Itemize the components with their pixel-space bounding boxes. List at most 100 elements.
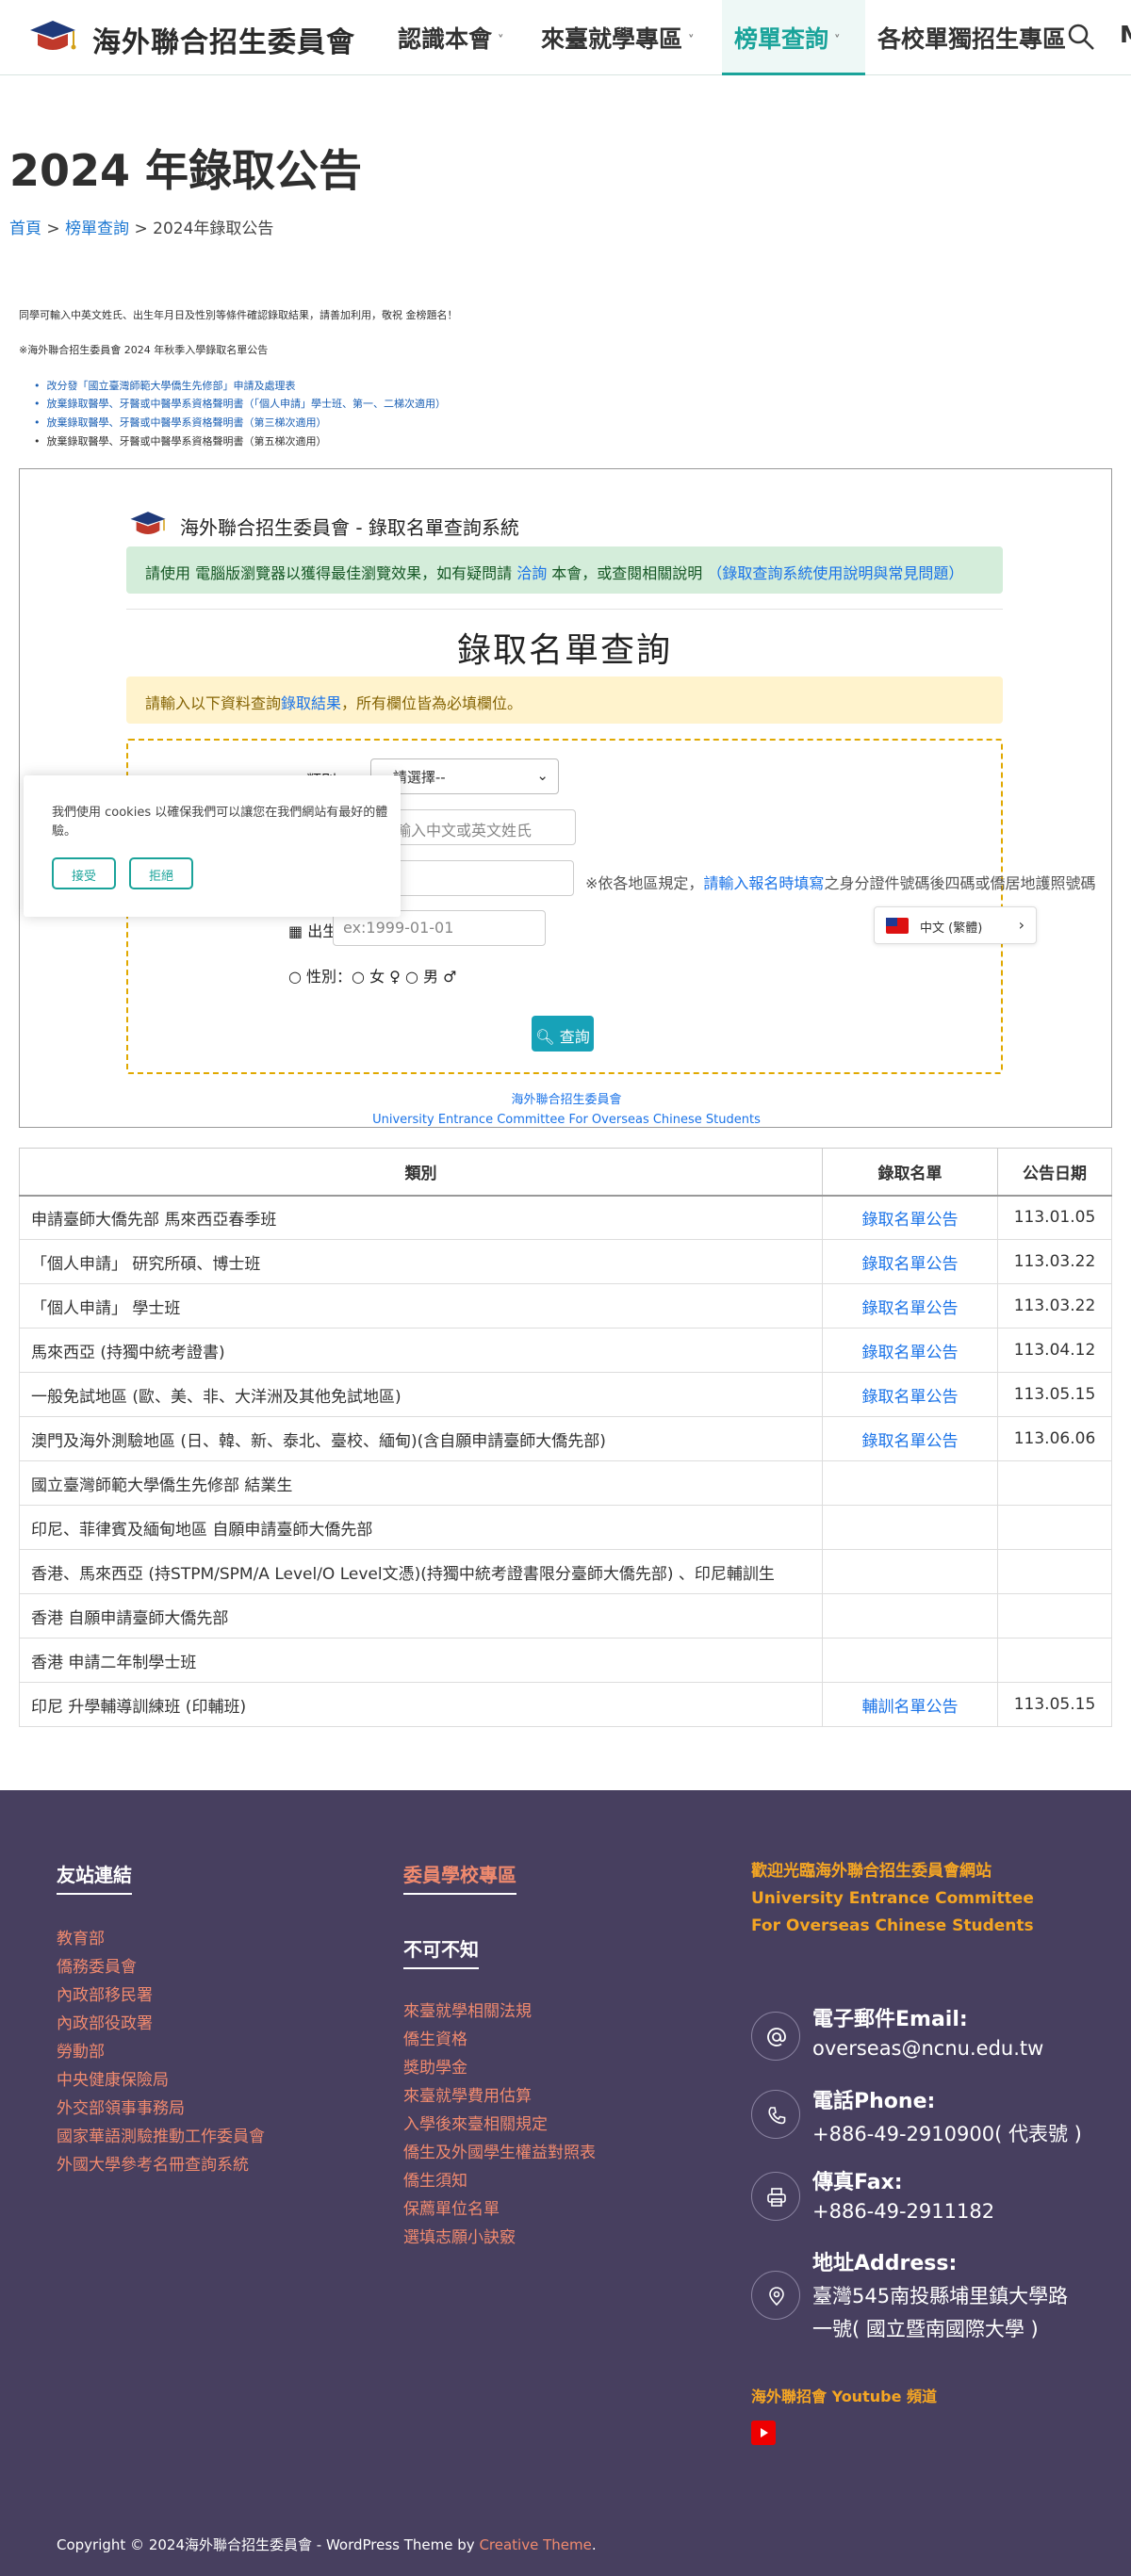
- gender-radio-group[interactable]: ○ 性別：○ 女 ♀ ○ 男 ♂: [288, 964, 456, 986]
- table-row: 「個人申請」 學士班 錄取名單公告 113.03.22: [19, 1283, 1112, 1329]
- footer-link[interactable]: 來臺就學相關法規: [403, 1997, 532, 2021]
- chevron-down-icon: ⌄: [536, 767, 549, 784]
- doc-link-3[interactable]: • 放棄錄取醫學、牙醫或中醫學系資格聲明書（第三梯次適用）: [34, 415, 326, 430]
- copyright: Copyright © 2024海外聯合招生委員會 - WordPress Th…: [57, 2536, 597, 2553]
- footer-link[interactable]: 國家華語測驗推動工作委員會: [57, 2123, 265, 2146]
- table-row: 印尼、菲律賓及緬甸地區 自願申請臺師大僑先部: [19, 1505, 1112, 1550]
- search-button[interactable]: 🔍︎ 查詢: [532, 1016, 594, 1052]
- query-warning: 請輸入以下資料查詢錄取結果，所有欄位皆為必填欄位。: [126, 677, 1003, 724]
- footer-link[interactable]: 內政部移民署: [57, 1981, 153, 2005]
- cookie-text: 我們使用 cookies 以確保我們可以讓您在我們網站有最好的體驗。: [52, 806, 388, 839]
- table-row: 一般免試地區 (歐、美、非、大洋洲及其他免試地區) 錄取名單公告 113.05.15: [19, 1372, 1112, 1417]
- col-header-date: 公告日期: [997, 1148, 1112, 1197]
- cookie-accept-button[interactable]: 接受: [52, 857, 116, 889]
- nav-item-results[interactable]: 榜單查詢 ˅: [734, 21, 841, 55]
- query-footer-org-en[interactable]: University Entrance Committee For Overse…: [20, 1113, 1113, 1127]
- footer-link[interactable]: 勞動部: [57, 2038, 105, 2062]
- theme-link[interactable]: Creative Theme: [479, 2536, 591, 2553]
- footer-link[interactable]: 僑生及外國學生權益對照表: [403, 2139, 596, 2162]
- fax-value: +886-49-2911182: [812, 2200, 995, 2223]
- footer-link[interactable]: 僑生須知: [403, 2167, 467, 2191]
- table-row: 馬來西亞 (持獨中統考證書) 錄取名單公告 113.04.12: [19, 1328, 1112, 1373]
- chevron-down-icon: ˅: [834, 33, 841, 48]
- phone-icon: [751, 2090, 800, 2139]
- query-title: 錄取名單查詢: [456, 631, 672, 670]
- nav-item-school-admissions[interactable]: 各校單獨招生專區: [877, 21, 1066, 55]
- list-link[interactable]: 錄取名單公告: [862, 1388, 959, 1407]
- doc-link-2[interactable]: • 放棄錄取醫學、牙醫或中醫學系資格聲明書（「個人申請」學士班、第一、二梯次適用…: [34, 396, 446, 411]
- faq-link[interactable]: （錄取查詢系統使用說明與常見問題）: [707, 564, 963, 582]
- footer-member-schools-title[interactable]: 委員學校專區: [403, 1860, 516, 1895]
- table-row: 香港、馬來西亞 (持STPM/SPM/A Level/O Level文憑)(持獨…: [19, 1549, 1112, 1594]
- list-link[interactable]: 錄取名單公告: [862, 1255, 959, 1274]
- list-link[interactable]: 輔訓名單公告: [862, 1698, 959, 1717]
- query-logo-icon: [130, 512, 166, 535]
- col-header-list: 錄取名單: [822, 1148, 998, 1197]
- footer-links-title: 友站連結: [57, 1860, 132, 1895]
- doc-link-4[interactable]: • 放棄錄取醫學、牙醫或中醫學系資格聲明書（第五梯次適用）: [34, 433, 326, 448]
- table-row: 澳門及海外測驗地區 (日、韓、新、泰北、臺校、緬甸)(含自願申請臺師大僑先部) 錄…: [19, 1416, 1112, 1461]
- table-row: 香港 自願申請臺師大僑先部: [19, 1593, 1112, 1639]
- query-info-alert: 請使用 電腦版瀏覽器以獲得最佳瀏覽效果，如有疑問請 洽詢 本會，或查閱相關說明 …: [126, 546, 1003, 594]
- email-icon: [751, 2012, 800, 2061]
- language-label: 中文 (繁體): [920, 921, 983, 936]
- footer-link[interactable]: 獎助學金: [403, 2054, 467, 2078]
- footer-link[interactable]: 內政部役政署: [57, 2010, 153, 2033]
- chevron-right-icon: ›: [1018, 916, 1024, 934]
- youtube-icon[interactable]: [751, 2421, 776, 2445]
- cookie-banner: 我們使用 cookies 以確保我們可以讓您在我們網站有最好的體驗。 接受 拒絕: [24, 775, 401, 917]
- surname-input[interactable]: 請輸入中文或英文姓氏: [370, 809, 576, 845]
- site-header: 海外聯合招生委員會 認識本會˅ 來臺就學專區˅ 榜單查詢˅ 各校單獨招生專區 M: [0, 0, 1131, 75]
- footer-link[interactable]: 僑生資格: [403, 2026, 467, 2049]
- breadcrumb: 首頁 > 榜單查詢 > 2024年錄取公告: [9, 220, 274, 238]
- search-icon[interactable]: [1065, 21, 1097, 53]
- chevron-down-icon: ˅: [688, 33, 695, 48]
- contact-link[interactable]: 洽詢: [516, 564, 547, 582]
- footer-link[interactable]: 中央健康保險局: [57, 2066, 169, 2090]
- address-line-2: 一號( 國立暨南國際大學 ): [812, 2318, 1039, 2340]
- footer-link[interactable]: 保薦單位名單: [403, 2195, 500, 2219]
- footer-link[interactable]: 教育部: [57, 1925, 105, 1948]
- breadcrumb-section[interactable]: 榜單查詢: [65, 220, 129, 238]
- cookie-reject-button[interactable]: 拒絕: [129, 857, 193, 889]
- query-footer-org[interactable]: 海外聯合招生委員會: [20, 1089, 1113, 1107]
- list-link[interactable]: 錄取名單公告: [862, 1299, 959, 1318]
- page-title: 2024 年錄取公告: [9, 145, 363, 196]
- language-switcher[interactable]: 中文 (繁體) ›: [874, 906, 1037, 944]
- footer-link[interactable]: 選填志願小訣竅: [403, 2224, 516, 2247]
- nav-item-more[interactable]: M: [1120, 21, 1131, 48]
- fax-printer-icon: [751, 2172, 800, 2221]
- list-link[interactable]: 錄取名單公告: [862, 1211, 959, 1230]
- nav-item-about[interactable]: 認識本會 ˅: [398, 21, 504, 55]
- list-link[interactable]: 錄取名單公告: [862, 1432, 959, 1451]
- footer-link[interactable]: 外交部領事事務局: [57, 2095, 185, 2118]
- table-row: 印尼 升學輔導訓練班 (印輔班) 輔訓名單公告 113.05.15: [19, 1682, 1112, 1727]
- table-row: 申請臺師大僑先部 馬來西亞春季班 錄取名單公告 113.01.05: [19, 1195, 1112, 1240]
- breadcrumb-home[interactable]: 首頁: [9, 220, 41, 238]
- table-row: 香港 申請二年制學士班: [19, 1638, 1112, 1683]
- footer-link[interactable]: 外國大學參考名冊查詢系統: [57, 2151, 249, 2175]
- doc-link-1[interactable]: • 改分發「國立臺灣師範大學僑生先修部」申請及處理表: [34, 378, 295, 393]
- phone-value[interactable]: +886-49-2910900( 代表號 ): [812, 2119, 1082, 2147]
- list-link[interactable]: 錄取名單公告: [862, 1344, 959, 1362]
- chevron-down-icon: ˅: [498, 33, 504, 48]
- cake-icon: ▦: [288, 922, 303, 940]
- phone-title: 電話Phone:: [812, 2090, 936, 2113]
- nav-item-study-taiwan[interactable]: 來臺就學專區 ˅: [541, 21, 695, 55]
- search-icon: 🔍︎: [535, 1028, 555, 1046]
- footer-link[interactable]: 入學後來臺相關規定: [403, 2111, 548, 2134]
- breadcrumb-current: 2024年錄取公告: [153, 220, 274, 238]
- footer-link[interactable]: 來臺就學費用估算: [403, 2082, 532, 2106]
- fax-title: 傳真Fax:: [812, 2171, 903, 2194]
- map-pin-icon: [751, 2271, 800, 2320]
- site-logo-icon[interactable]: [26, 17, 79, 58]
- id-input[interactable]: [370, 860, 574, 896]
- footer-welcome: 歡迎光臨海外聯合招生委員會網站 University Entrance Comm…: [751, 1862, 1034, 1935]
- address-line-1: 臺灣545南投縣埔里鎮大學路: [812, 2285, 1069, 2307]
- site-title[interactable]: 海外聯合招生委員會: [92, 19, 355, 60]
- email-title: 電子郵件Email:: [812, 2008, 968, 2031]
- email-value[interactable]: overseas@ncnu.edu.tw: [812, 2037, 1043, 2060]
- divider: [126, 609, 1003, 610]
- notice-text: ※海外聯合招生委員會 2024 年秋季入學錄取名單公告: [19, 344, 269, 356]
- footer-link[interactable]: 僑務委員會: [57, 1953, 137, 1977]
